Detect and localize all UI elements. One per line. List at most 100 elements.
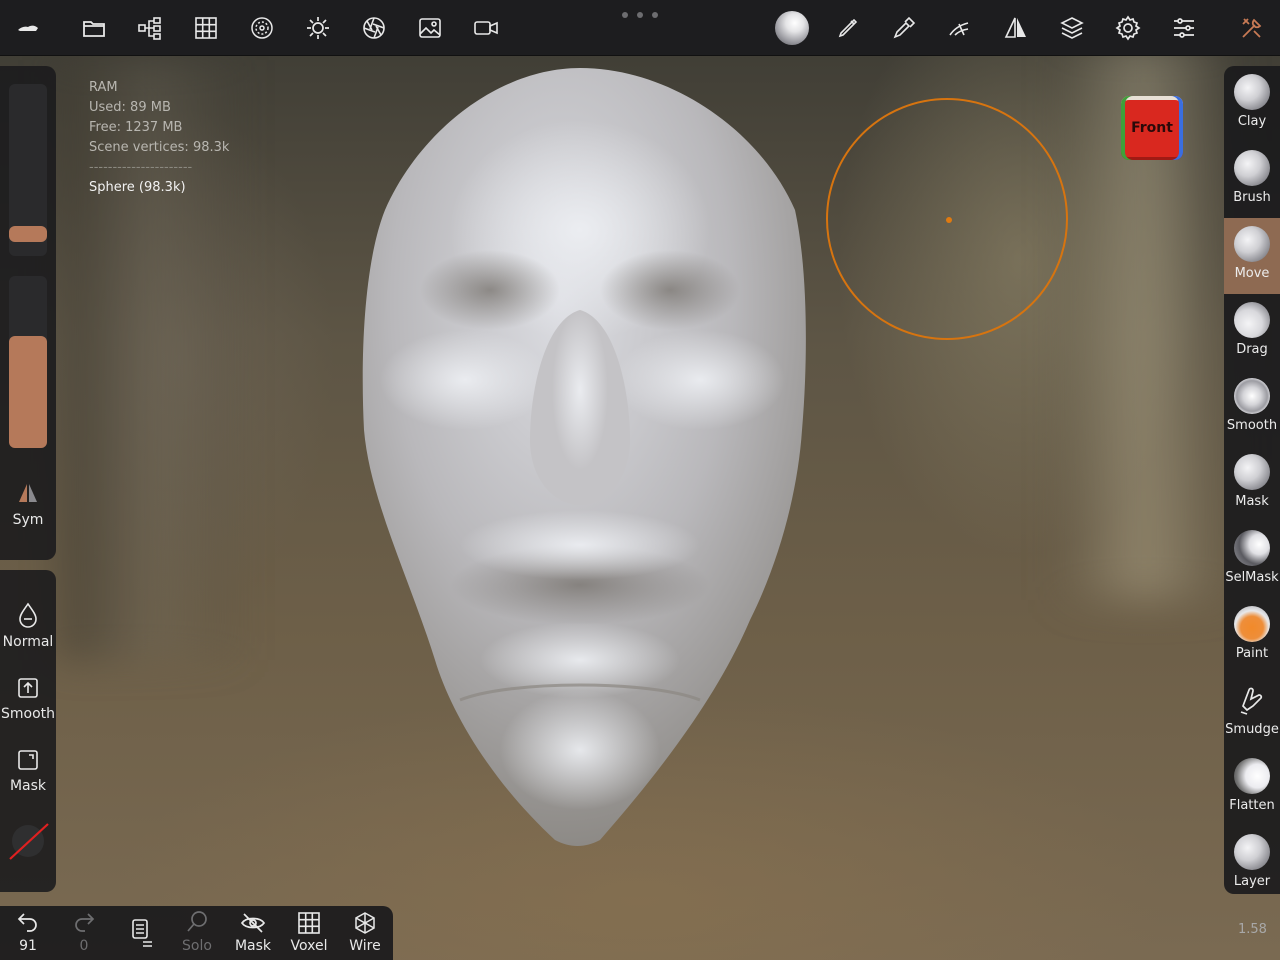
smooth-brush-icon <box>1234 378 1270 414</box>
ram-free: Free: 1237 MB <box>89 120 183 135</box>
selmask-brush-icon <box>1234 530 1270 566</box>
scene-vertices: Scene vertices: 98.3k <box>89 140 230 155</box>
radius-slider[interactable] <box>9 84 47 256</box>
material-sphere-icon[interactable] <box>246 12 278 44</box>
ram-label: RAM <box>89 80 118 95</box>
brush-label: Smooth <box>1226 418 1278 433</box>
scene-tree-icon[interactable] <box>134 12 166 44</box>
mask-brush-icon <box>1234 454 1270 490</box>
intensity-slider-fill[interactable] <box>9 336 47 448</box>
ram-used: Used: 89 MB <box>89 100 171 115</box>
voxel-label: Voxel <box>290 938 328 954</box>
clay-brush-icon <box>1234 74 1270 110</box>
sliders-icon[interactable] <box>1168 12 1200 44</box>
zoom-readout: 1.58 <box>1238 922 1267 937</box>
mask-label: Mask <box>234 938 272 954</box>
wireframe-sphere-icon <box>355 912 375 934</box>
logo-icon[interactable] <box>12 12 44 44</box>
voxel-button[interactable]: Voxel <box>281 910 337 954</box>
sym-button[interactable]: Sym <box>0 482 56 528</box>
topology-grid-icon[interactable] <box>190 12 222 44</box>
sculpt-head-mesh[interactable] <box>340 60 820 850</box>
brush-mask[interactable]: Mask <box>1224 446 1280 522</box>
mode-normal-button[interactable]: Normal <box>0 602 56 650</box>
bottom-toolbar: 91 0 Solo Mask Voxel Wire <box>0 906 393 960</box>
mask-square-icon <box>18 750 38 770</box>
drag-brush-icon <box>1234 302 1270 338</box>
info-separator: ---------------------- <box>89 160 193 175</box>
brush-flatten[interactable]: Flatten <box>1224 750 1280 826</box>
mode-normal-label: Normal <box>2 634 54 650</box>
mode-mask-label: Mask <box>9 778 47 794</box>
more-dots-handle[interactable] <box>622 10 658 20</box>
scene-info-overlay: RAM Used: 89 MB Free: 1237 MB Scene vert… <box>89 78 289 198</box>
left-panel-modes: Normal Smooth Mask <box>0 570 56 892</box>
mode-smooth-button[interactable]: Smooth <box>0 676 56 722</box>
scene-list-button[interactable] <box>113 918 169 950</box>
brush-pen-icon[interactable] <box>832 12 864 44</box>
redo-button[interactable]: 0 <box>56 910 112 954</box>
brush-selmask[interactable]: SelMask <box>1224 522 1280 598</box>
smooth-shift-icon <box>18 678 38 698</box>
brush-label: Smudge <box>1225 722 1279 737</box>
flatten-brush-icon <box>1234 758 1270 794</box>
solo-label: Solo <box>182 938 212 954</box>
redo-count: 0 <box>79 938 89 954</box>
brush-drag[interactable]: Drag <box>1224 294 1280 370</box>
camera-aperture-icon[interactable] <box>358 12 390 44</box>
symmetry-toggle-icon <box>19 484 37 502</box>
no-alpha-icon <box>9 823 49 860</box>
brush-smudge[interactable]: Smudge <box>1224 674 1280 750</box>
undo-button[interactable]: 91 <box>0 910 56 954</box>
folder-icon[interactable] <box>78 12 110 44</box>
alpha-texture-button[interactable] <box>0 820 56 868</box>
light-sun-icon[interactable] <box>302 12 334 44</box>
brush-label: Brush <box>1233 190 1271 205</box>
layer-brush-icon <box>1234 834 1270 870</box>
brush-center-dot <box>946 217 952 223</box>
top-toolbar <box>0 0 1280 56</box>
mode-mask-button[interactable]: Mask <box>0 748 56 794</box>
eye-off-icon <box>240 913 266 933</box>
brush-move[interactable]: Move <box>1224 218 1280 294</box>
brush-label: Flatten <box>1229 798 1275 813</box>
mode-smooth-label: Smooth <box>0 706 56 722</box>
brush-clay[interactable]: Clay <box>1224 66 1280 142</box>
brush-layer[interactable]: Layer <box>1224 826 1280 894</box>
left-panel-sliders: Sym <box>0 66 56 560</box>
radius-slider-handle[interactable] <box>9 226 47 242</box>
stroke-icon[interactable] <box>944 12 976 44</box>
symmetry-icon[interactable] <box>1000 12 1032 44</box>
layers-icon[interactable] <box>1056 12 1088 44</box>
brush-label: Mask <box>1235 494 1269 509</box>
view-cube[interactable]: Front <box>1121 96 1183 160</box>
intensity-slider[interactable] <box>9 276 47 448</box>
tools-icon[interactable] <box>1236 12 1268 44</box>
picker-icon[interactable] <box>888 12 920 44</box>
brush-radius-cursor <box>826 98 1068 340</box>
background-image-icon[interactable] <box>414 12 446 44</box>
solo-button[interactable]: Solo <box>169 910 225 954</box>
selected-object[interactable]: Sphere (98.3k) <box>89 178 289 198</box>
brush-brush[interactable]: Brush <box>1224 142 1280 218</box>
video-camera-icon[interactable] <box>470 12 502 44</box>
brush-label: Move <box>1234 266 1270 281</box>
brush-label: Layer <box>1233 874 1271 889</box>
settings-gear-icon[interactable] <box>1112 12 1144 44</box>
voxel-grid-icon <box>298 912 320 934</box>
brush-label: Drag <box>1236 342 1268 357</box>
brush-smooth[interactable]: Smooth <box>1224 370 1280 446</box>
standard-brush-icon <box>1234 150 1270 186</box>
smudge-hand-icon <box>1240 687 1263 715</box>
paint-brush-icon <box>1234 606 1270 642</box>
matcap-ball-icon[interactable] <box>774 10 810 46</box>
undo-count: 91 <box>19 938 37 954</box>
brush-label: SelMask <box>1225 570 1279 585</box>
drop-icon <box>19 602 37 628</box>
brush-paint[interactable]: Paint <box>1224 598 1280 674</box>
wire-label: Wire <box>349 938 381 954</box>
wire-button[interactable]: Wire <box>337 910 393 954</box>
mask-visibility-button[interactable]: Mask <box>225 910 281 954</box>
brush-palette: Clay Brush Move Drag Smooth Mask SelMask… <box>1224 66 1280 894</box>
move-brush-icon <box>1234 226 1270 262</box>
